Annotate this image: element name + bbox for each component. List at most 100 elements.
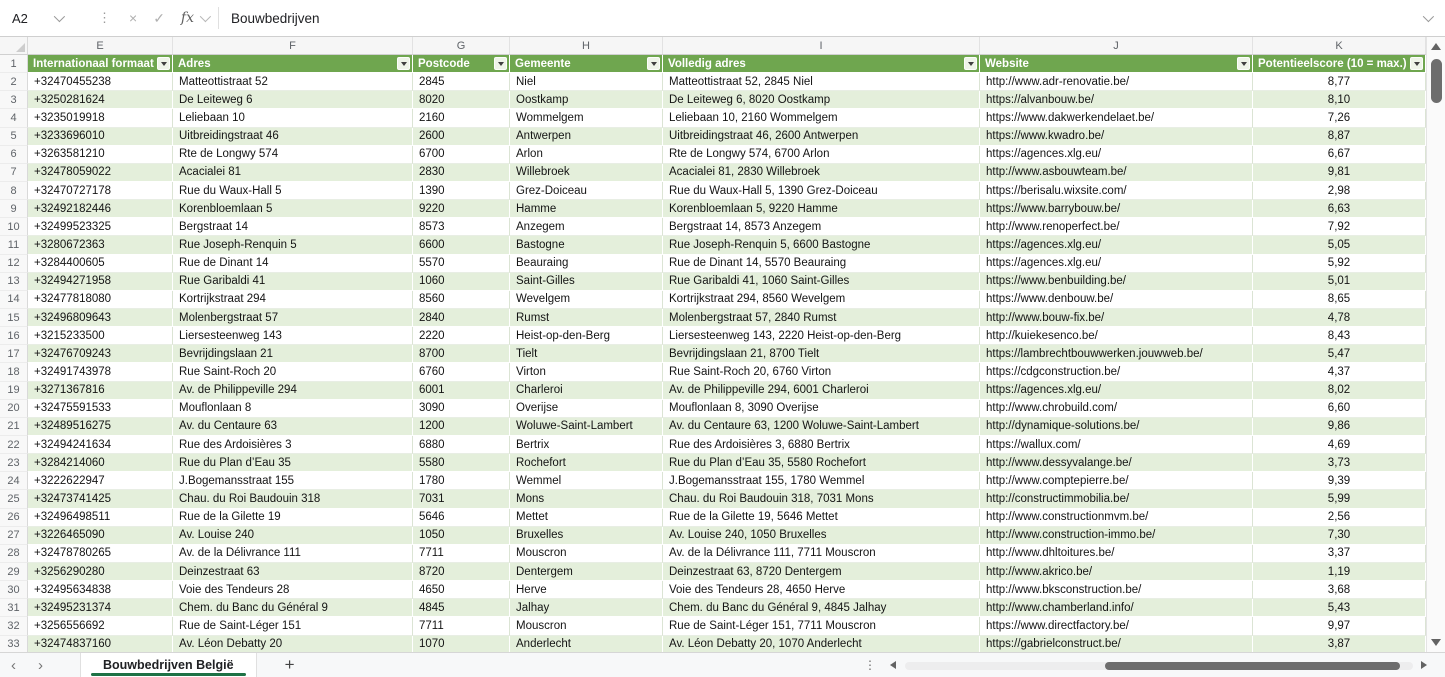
cell[interactable]: Oostkamp	[510, 91, 663, 110]
cell[interactable]: Bruxelles	[510, 526, 663, 545]
cell[interactable]: 4,37	[1253, 363, 1426, 382]
cell[interactable]: Liersesteenweg 143	[173, 327, 413, 346]
cell[interactable]: http://www.comptepierre.be/	[980, 472, 1253, 491]
cell[interactable]: Rue de Dinant 14, 5570 Beauraing	[663, 254, 980, 273]
cell[interactable]: 6,63	[1253, 200, 1426, 219]
cell[interactable]: https://wallux.com/	[980, 435, 1253, 455]
row-number[interactable]: 27	[0, 526, 28, 545]
column-letter-j[interactable]: J	[980, 37, 1253, 54]
cell[interactable]: Bergstraat 14	[173, 218, 413, 237]
cell[interactable]: 2600	[413, 127, 510, 146]
cell[interactable]: Leliebaan 10	[173, 109, 413, 128]
cell[interactable]: https://berisalu.wixsite.com/	[980, 181, 1253, 201]
cell[interactable]: https://www.barrybouw.be/	[980, 200, 1253, 219]
row-number[interactable]: 15	[0, 308, 28, 328]
cell[interactable]: Uitbreidingstraat 46, 2600 Antwerpen	[663, 127, 980, 146]
cell[interactable]: 5,01	[1253, 272, 1426, 291]
cell[interactable]: 5,92	[1253, 254, 1426, 273]
column-letter-e[interactable]: E	[28, 37, 173, 54]
header-cell[interactable]: Adres	[173, 55, 413, 74]
cell[interactable]: Woluwe-Saint-Lambert	[510, 417, 663, 436]
cell[interactable]: +32489516275	[28, 417, 173, 436]
cell[interactable]: +32494271958	[28, 272, 173, 291]
column-letter-k[interactable]: K	[1253, 37, 1426, 54]
row-number[interactable]: 8	[0, 181, 28, 201]
row-number[interactable]: 6	[0, 145, 28, 164]
vertical-scrollbar-thumb[interactable]	[1430, 59, 1442, 103]
cell[interactable]: Av. Louise 240	[173, 526, 413, 545]
cell[interactable]: https://www.denbouw.be/	[980, 290, 1253, 309]
cell[interactable]: Korenbloemlaan 5, 9220 Hamme	[663, 200, 980, 219]
cell[interactable]: 8,65	[1253, 290, 1426, 309]
scroll-right-icon[interactable]	[1421, 661, 1427, 669]
fx-chevron-icon[interactable]	[199, 10, 212, 23]
add-sheet-button[interactable]: +	[257, 655, 323, 675]
cell[interactable]: https://agences.xlg.eu/	[980, 254, 1253, 273]
cell[interactable]: +32495634838	[28, 581, 173, 600]
next-sheet-button[interactable]: ›	[27, 658, 54, 673]
vertical-scrollbar[interactable]	[1426, 37, 1445, 652]
cell[interactable]: 7711	[413, 544, 510, 563]
cell[interactable]: Grez-Doiceau	[510, 181, 663, 201]
row-number[interactable]: 5	[0, 127, 28, 146]
row-number[interactable]: 1	[0, 55, 28, 74]
cell[interactable]: Chem. du Banc du Général 9	[173, 599, 413, 618]
row-number[interactable]: 11	[0, 236, 28, 255]
cell[interactable]: 1,19	[1253, 562, 1426, 582]
cell[interactable]: Rue des Ardoisières 3, 6880 Bertrix	[663, 435, 980, 455]
cell[interactable]: +32470727178	[28, 181, 173, 201]
cell[interactable]: Rue de la Gilette 19	[173, 508, 413, 527]
cell[interactable]: 8720	[413, 562, 510, 582]
cell[interactable]: Rue de Saint-Léger 151, 7711 Mouscron	[663, 617, 980, 636]
cell[interactable]: Voie des Tendeurs 28, 4650 Herve	[663, 581, 980, 600]
cell[interactable]: +3215233500	[28, 327, 173, 346]
row-number[interactable]: 9	[0, 200, 28, 219]
cell[interactable]: Acacialei 81	[173, 163, 413, 182]
header-cell[interactable]: Gemeente	[510, 55, 663, 74]
cell[interactable]: De Leiteweg 6	[173, 91, 413, 110]
cell[interactable]: 4,78	[1253, 308, 1426, 328]
cell[interactable]: http://www.construction-immo.be/	[980, 526, 1253, 545]
row-number[interactable]: 30	[0, 581, 28, 600]
cell[interactable]: https://gabrielconstruct.be/	[980, 635, 1253, 652]
cell[interactable]: Matteottistraat 52, 2845 Niel	[663, 73, 980, 92]
cell[interactable]: +3235019918	[28, 109, 173, 128]
cell[interactable]: http://www.akrico.be/	[980, 562, 1253, 582]
cell[interactable]: 5,47	[1253, 345, 1426, 364]
cell[interactable]: 3,37	[1253, 544, 1426, 563]
cell[interactable]: Charleroi	[510, 381, 663, 400]
cell[interactable]: Jalhay	[510, 599, 663, 618]
cell[interactable]: 1070	[413, 635, 510, 652]
cell[interactable]: Tielt	[510, 345, 663, 364]
cell[interactable]: Bastogne	[510, 236, 663, 255]
cell[interactable]: +32470455238	[28, 73, 173, 92]
cell[interactable]: Rue Joseph-Renquin 5	[173, 236, 413, 255]
cell[interactable]: +3222622947	[28, 472, 173, 491]
cell[interactable]: https://agences.xlg.eu/	[980, 236, 1253, 255]
cell[interactable]: Mons	[510, 490, 663, 509]
filter-button[interactable]	[157, 57, 170, 71]
cell[interactable]: J.Bogemansstraat 155	[173, 472, 413, 491]
cell[interactable]: +3226465090	[28, 526, 173, 545]
cell[interactable]: Wommelgem	[510, 109, 663, 128]
cell[interactable]: Bevrijdingslaan 21, 8700 Tielt	[663, 345, 980, 364]
tab-bar-kebab-icon[interactable]: ⋮	[864, 658, 876, 672]
cell[interactable]: 8,43	[1253, 327, 1426, 346]
filter-button[interactable]	[494, 57, 507, 71]
cell[interactable]: 8560	[413, 290, 510, 309]
filter-button[interactable]	[647, 57, 660, 71]
cell[interactable]: De Leiteweg 6, 8020 Oostkamp	[663, 91, 980, 110]
cell[interactable]: +3250281624	[28, 91, 173, 110]
cell[interactable]: Kortrijkstraat 294	[173, 290, 413, 309]
cell[interactable]: Uitbreidingstraat 46	[173, 127, 413, 146]
cell[interactable]: http://www.bksconstruction.be/	[980, 581, 1253, 600]
row-number[interactable]: 16	[0, 327, 28, 346]
cell[interactable]: http://www.dhltoitures.be/	[980, 544, 1253, 563]
cell[interactable]: Chem. du Banc du Général 9, 4845 Jalhay	[663, 599, 980, 618]
cell[interactable]: 8020	[413, 91, 510, 110]
cell[interactable]: 9,81	[1253, 163, 1426, 182]
cell[interactable]: +32476709243	[28, 345, 173, 364]
cell[interactable]: https://alvanbouw.be/	[980, 91, 1253, 110]
cell[interactable]: 2,98	[1253, 181, 1426, 201]
cell[interactable]: +32499523325	[28, 218, 173, 237]
